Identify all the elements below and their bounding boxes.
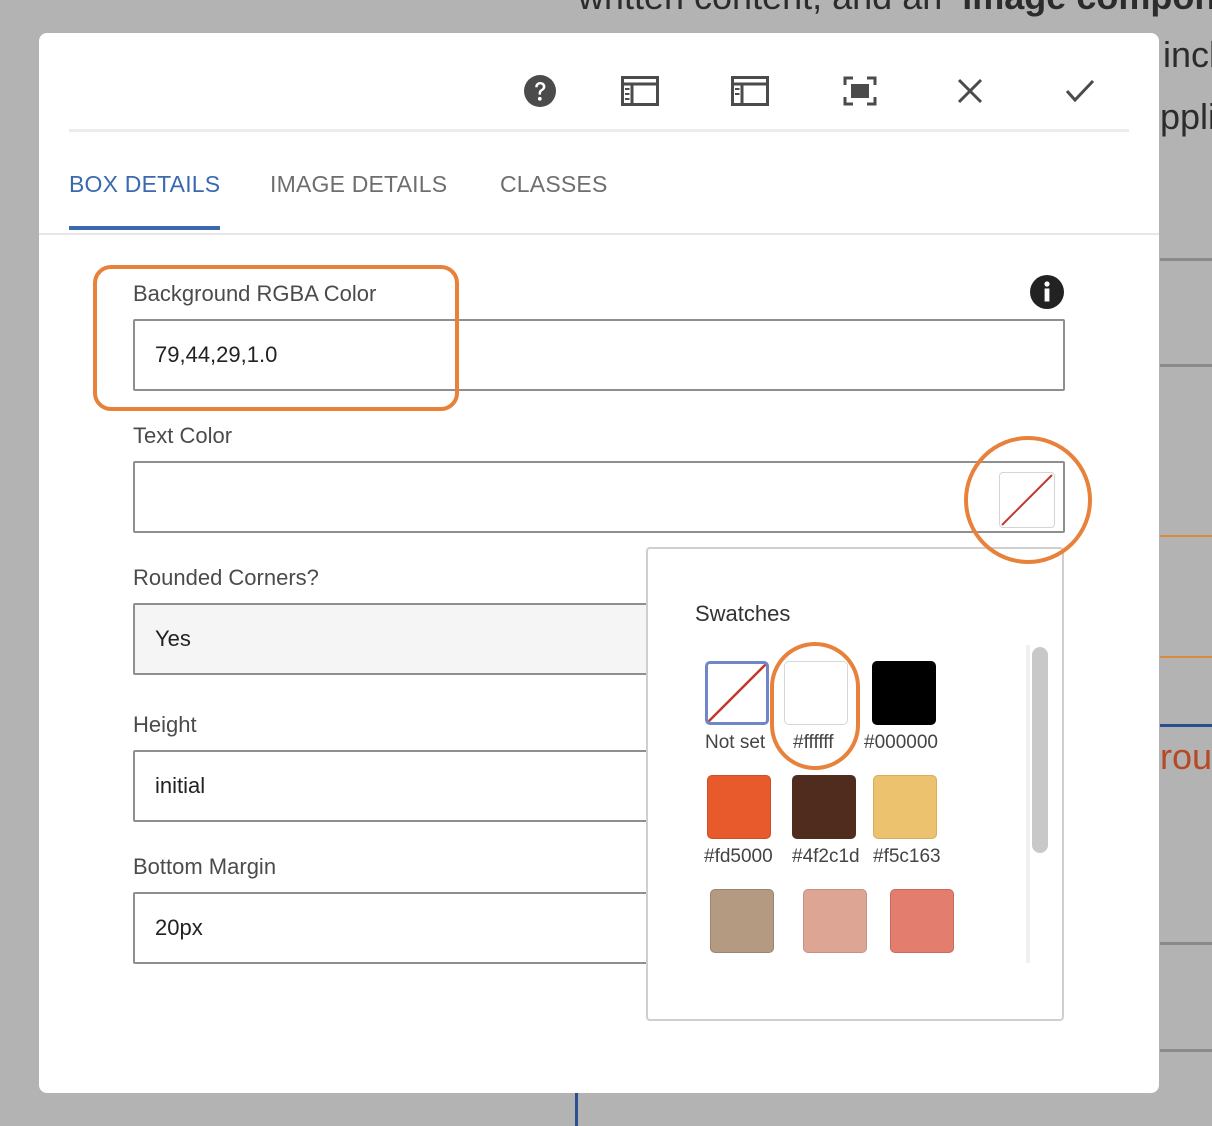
swatch-label: #fd5000 [704,846,773,867]
swatch-label: Not set [705,732,766,753]
bg-divider [1160,535,1212,537]
fullscreen-icon [843,76,877,106]
tab-box-details[interactable]: BOX DETAILS [69,171,221,230]
bg-divider [1160,942,1212,945]
no-color-icon [708,664,766,722]
bg-divider [575,1093,578,1126]
toolbar-divider [69,129,1129,132]
highlight-bg-color [93,265,459,411]
swatch-pink[interactable] [803,889,867,953]
info-icon[interactable] [1029,274,1065,310]
swatch-yellow[interactable] [873,775,937,839]
sidebar-panel-icon [731,76,769,106]
bg-text-line-1: written content, and an image componen [578,0,1212,18]
bg-divider [1160,724,1212,727]
tab-classes[interactable]: CLASSES [500,171,608,230]
swatches-scrollbar-thumb[interactable] [1032,647,1048,853]
swatch-label: #4f2c1d [792,846,860,867]
rounded-corners-value: Yes [155,626,191,651]
swatch-brown[interactable] [792,775,856,839]
bg-divider [1160,258,1212,261]
height-label: Height [133,712,197,737]
bg-fragment-bold: image componen [962,0,1212,17]
text-color-label: Text Color [133,423,233,448]
height-input[interactable]: initial [133,750,653,822]
highlight-text-color-swatch [964,436,1092,564]
bg-fragment: rou [1160,736,1212,777]
info-icon-glyph [1030,275,1064,309]
dialog-tabs: BOX DETAILS IMAGE DETAILS CLASSES [69,153,1159,235]
swatches-clip [688,961,1024,1009]
check-icon [1065,79,1095,103]
toggle-panel-button[interactable] [730,71,770,111]
bg-fragment: written content, and an [578,0,942,17]
swatch-black[interactable] [872,661,936,725]
height-value: initial [155,773,206,798]
cancel-button[interactable] [950,71,990,111]
bg-divider [1160,1049,1212,1052]
bg-fragment: incl [1163,34,1212,75]
dialog-toolbar [39,33,1159,131]
tabs-border [39,233,1159,235]
help-button[interactable] [520,71,560,111]
rounded-corners-select[interactable]: Yes [133,603,653,675]
bottom-margin-label: Bottom Margin [133,854,277,879]
swatch-tan[interactable] [710,889,774,953]
highlight-white-swatch [770,642,860,770]
swatches-scrollbar-track [1026,645,1030,963]
tab-image-details[interactable]: IMAGE DETAILS [270,171,447,230]
bg-divider [1160,656,1212,658]
toggle-side-panel-button[interactable] [620,71,660,111]
bg-fragment: ppli [1160,96,1212,137]
swatch-not-set[interactable] [705,661,769,725]
bg-divider [1160,364,1212,367]
edit-dialog: BOX DETAILS IMAGE DETAILS CLASSES Backgr… [39,33,1159,1093]
help-icon [524,75,556,107]
close-icon [957,78,983,104]
swatches-title: Swatches [695,601,791,626]
swatch-orange[interactable] [707,775,771,839]
swatch-label: #000000 [864,732,938,753]
done-button[interactable] [1060,71,1100,111]
fullscreen-button[interactable] [840,71,880,111]
text-color-input[interactable] [133,461,1065,533]
swatch-label: #f5c163 [873,846,941,867]
bottom-margin-value: 20px [155,915,203,940]
swatch-coral[interactable] [890,889,954,953]
bottom-margin-input[interactable]: 20px [133,892,653,964]
swatches-popover: Swatches Not set #ffffff #000000 #fd5000… [646,547,1064,1021]
sidebar-left-icon [621,76,659,106]
rounded-corners-label: Rounded Corners? [133,565,319,590]
